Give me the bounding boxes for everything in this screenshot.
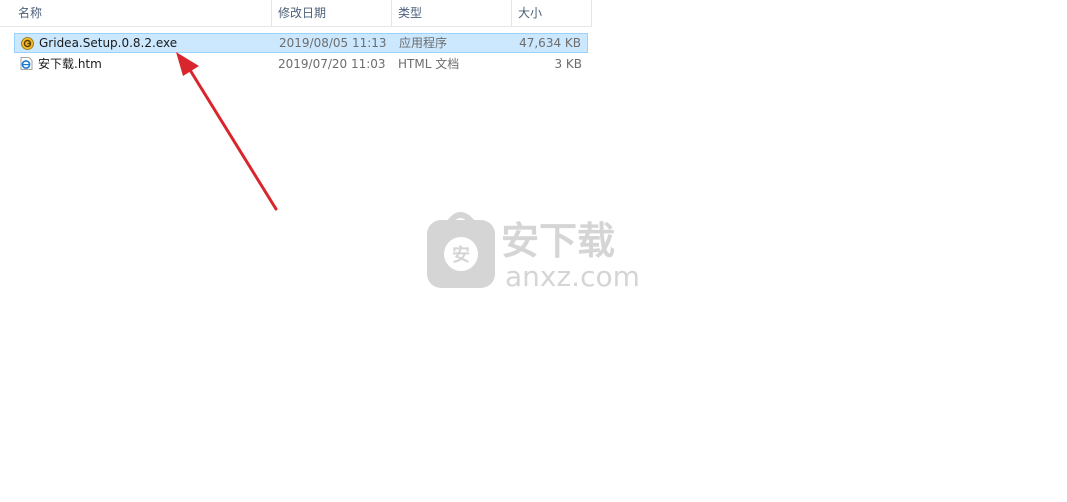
anxz-watermark: 安 安下载 anxz.com	[425, 208, 645, 293]
watermark-domain: anxz.com	[505, 260, 640, 292]
anxz-logo: 安 安下载 anxz.com	[427, 212, 640, 293]
svg-text:安: 安	[452, 244, 470, 266]
annotation-arrow-shaft	[188, 68, 278, 211]
annotation-arrow-head	[176, 52, 199, 76]
watermark-title: 安下载	[501, 219, 615, 263]
